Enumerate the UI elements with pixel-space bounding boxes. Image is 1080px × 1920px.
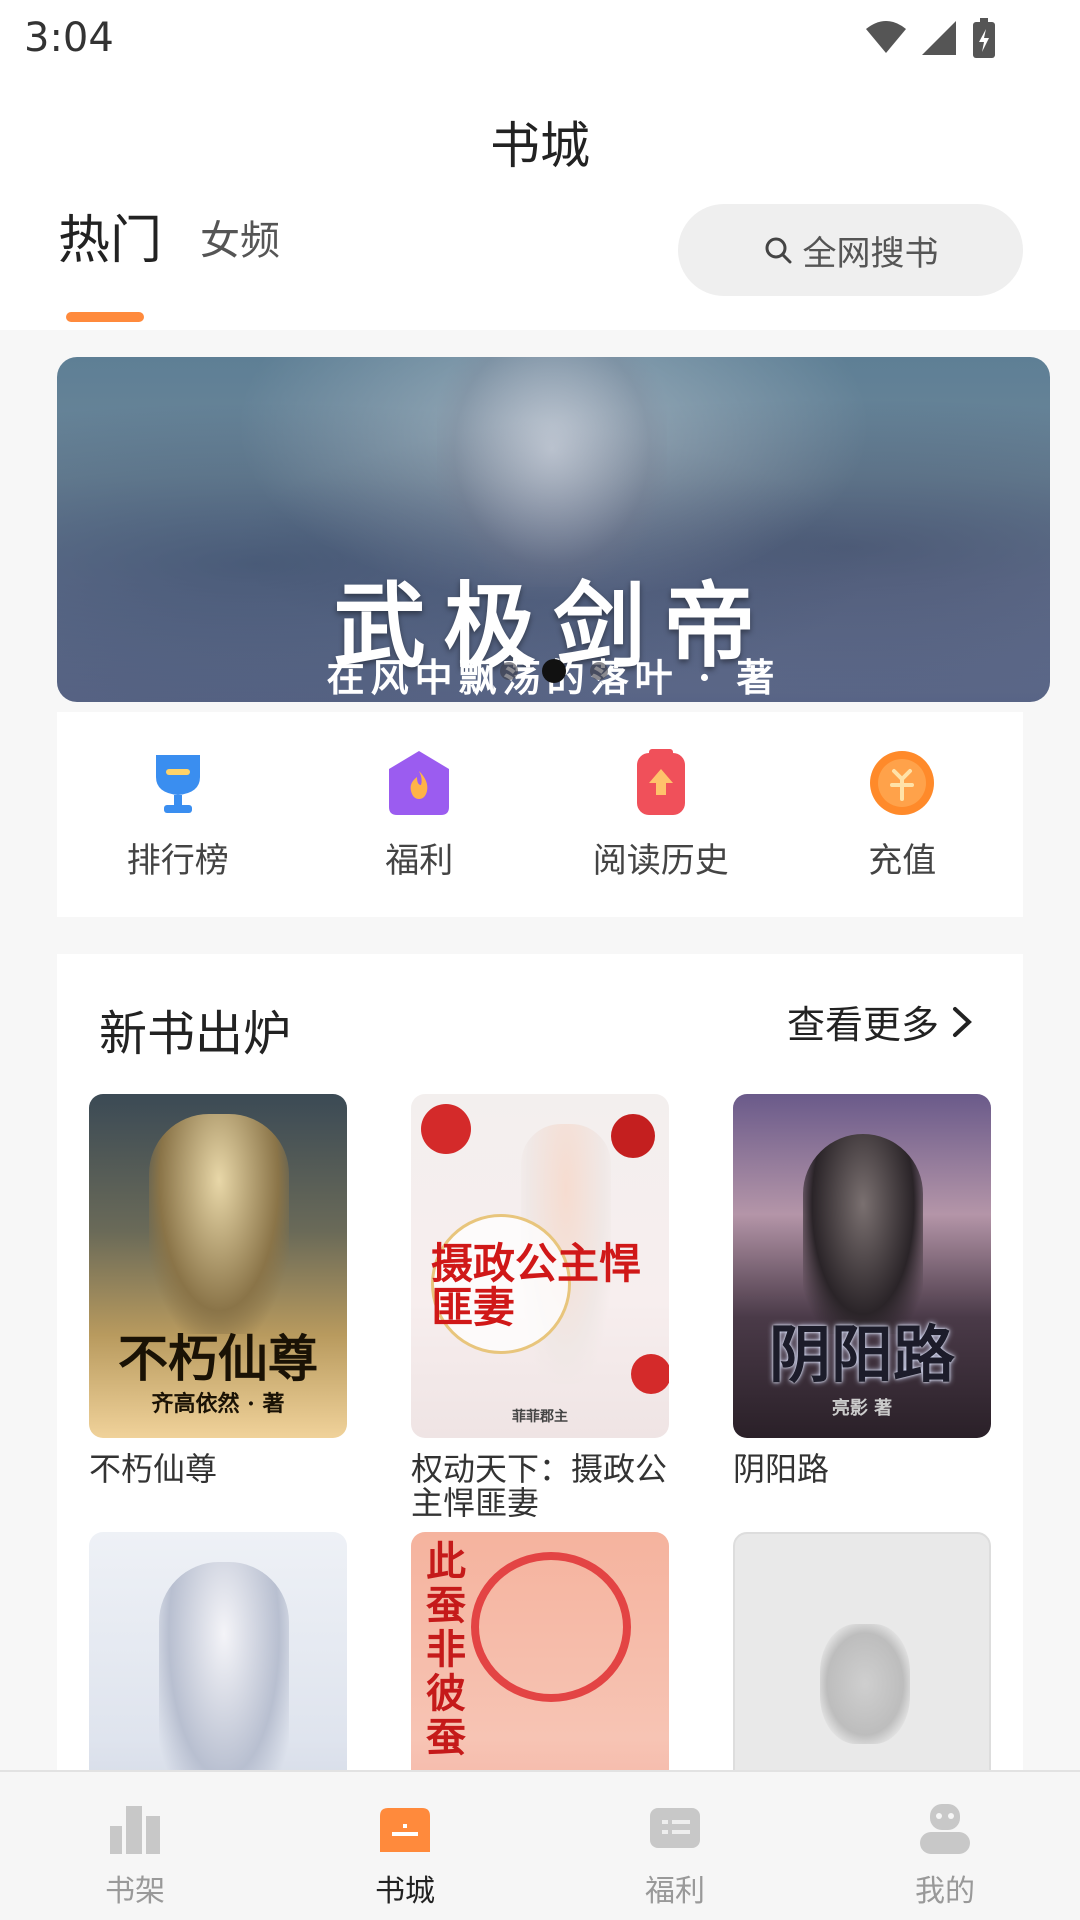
chevron-right-icon	[953, 1006, 972, 1037]
carousel-dot-active[interactable]	[541, 659, 566, 683]
signal-icon	[922, 21, 956, 55]
bookshelf-icon	[110, 1806, 160, 1854]
welfare-icon	[650, 1808, 700, 1848]
quick-nav-label: 福利	[385, 841, 454, 881]
search-label: 全网搜书	[802, 233, 939, 274]
status-time: 3:04	[24, 15, 114, 61]
trophy-icon	[155, 755, 200, 813]
quick-nav-recharge[interactable]: 充值	[802, 747, 1002, 882]
book-card[interactable]: 不朽仙尊 齐高依然 · 著 不朽仙尊	[89, 1094, 347, 1486]
cover-title: 阴阳路	[768, 1318, 955, 1391]
search-button[interactable]: 全网搜书	[678, 204, 1023, 296]
tab-label: 福利	[645, 1874, 705, 1909]
quick-nav-history[interactable]: 阅读历史	[561, 747, 761, 882]
fire-icon	[389, 751, 450, 815]
cover-author: 亮影 著	[831, 1398, 893, 1419]
quick-nav-label: 阅读历史	[592, 841, 729, 881]
tab-label: 书城	[375, 1874, 435, 1909]
book-card[interactable]: 阴阳路 亮影 著 阴阳路	[733, 1094, 991, 1486]
section-title: 新书出炉	[99, 1006, 292, 1062]
wifi-icon	[866, 21, 906, 53]
cover-title: 摄政公主悍匪妻	[431, 1239, 642, 1332]
profile-icon	[920, 1804, 970, 1854]
carousel-dot[interactable]	[589, 662, 608, 680]
cover-author: 齐高依然 · 著	[151, 1391, 285, 1417]
tab-welfare[interactable]: 福利	[540, 1772, 810, 1920]
book-cover[interactable]	[733, 1532, 991, 1774]
book-cover[interactable]: 摄政公主悍匪妻 菲菲郡主	[411, 1094, 669, 1438]
cover-author: 菲菲郡主	[512, 1409, 568, 1425]
cover-title: 不朽仙尊	[118, 1329, 318, 1388]
new-books-section: 新书出炉 查看更多 不朽仙尊 齐高依然 · 著 不朽仙尊 摄政公主悍匪妻 菲菲郡…	[57, 954, 1023, 1774]
quick-nav-welfare[interactable]: 福利	[319, 747, 519, 882]
book-cover[interactable]: 阴阳路 亮影 著	[733, 1094, 991, 1438]
quick-nav-ranking[interactable]: 排行榜	[78, 747, 278, 882]
view-more-link[interactable]: 查看更多	[787, 994, 973, 1049]
bookstore-icon	[380, 1808, 430, 1852]
tab-hot[interactable]: 热门	[58, 198, 162, 273]
carousel-dot[interactable]	[499, 662, 518, 680]
book-name: 阴阳路	[733, 1450, 830, 1488]
history-icon	[636, 749, 685, 815]
book-card[interactable]: 此蚕非彼蚕	[411, 1532, 669, 1774]
tab-label: 书架	[105, 1874, 165, 1909]
carousel-dots	[57, 659, 1050, 683]
banner-carousel[interactable]: 武极剑帝 在风中飘荡的落叶 · 著	[57, 357, 1050, 702]
bottom-tab-bar: 书架 书城 福利 我的	[0, 1770, 1080, 1920]
status-bar: 3:04	[0, 0, 1080, 76]
book-card[interactable]: 摄政公主悍匪妻 菲菲郡主 权动天下：摄政公主悍匪妻	[411, 1094, 669, 1520]
book-cover[interactable]	[89, 1532, 347, 1774]
page-title: 书城	[490, 117, 590, 175]
tab-bookshelf[interactable]: 书架	[0, 1772, 270, 1920]
book-card[interactable]	[89, 1532, 347, 1774]
coin-icon	[870, 751, 935, 815]
book-card[interactable]	[733, 1532, 991, 1774]
status-icons	[866, 17, 1056, 59]
tab-indicator	[66, 312, 144, 322]
tab-label: 我的	[915, 1874, 975, 1909]
quick-nav-label: 充值	[868, 841, 937, 881]
view-more-label: 查看更多	[786, 1003, 939, 1047]
tab-profile[interactable]: 我的	[810, 1772, 1080, 1920]
book-name: 不朽仙尊	[89, 1450, 218, 1488]
tab-bookstore[interactable]: 书城	[270, 1772, 540, 1920]
book-cover[interactable]: 此蚕非彼蚕	[411, 1532, 669, 1774]
quick-nav: 排行榜 福利 阅读历史 充值	[57, 712, 1023, 917]
battery-icon	[973, 18, 995, 58]
header: 书城 热门 女频 全网搜书	[0, 76, 1080, 330]
quick-nav-label: 排行榜	[126, 841, 229, 881]
book-cover[interactable]: 不朽仙尊 齐高依然 · 著	[89, 1094, 347, 1438]
tab-female[interactable]: 女频	[200, 208, 280, 266]
book-name: 权动天下：摄政公主悍匪妻	[411, 1450, 668, 1522]
search-icon	[765, 237, 791, 264]
cover-title: 此蚕非彼蚕	[426, 1538, 466, 1761]
